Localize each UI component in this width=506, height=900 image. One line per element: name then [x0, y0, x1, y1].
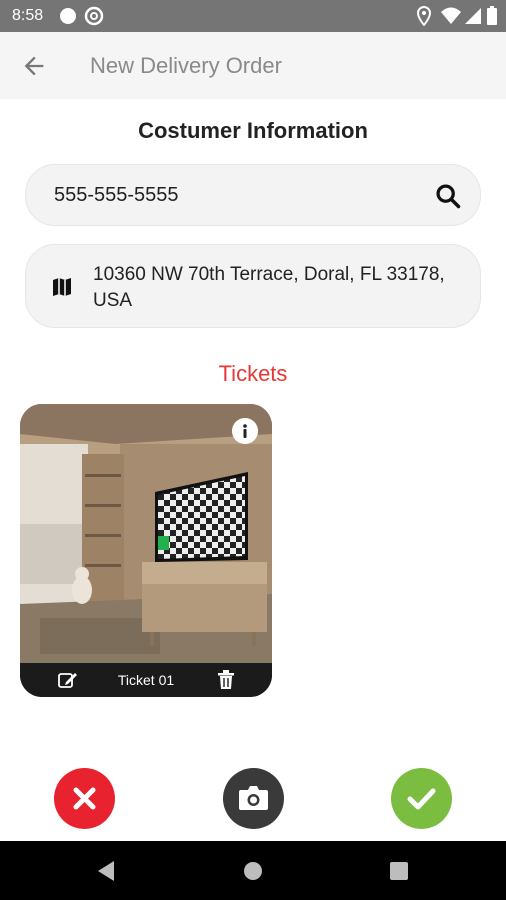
app-bar: New Delivery Order — [0, 32, 506, 99]
phone-value[interactable]: 555-555-5555 — [54, 184, 179, 207]
check-icon — [407, 788, 436, 810]
battery-icon — [487, 6, 497, 25]
map-icon — [53, 278, 71, 296]
cancel-button[interactable] — [54, 768, 115, 829]
at-sign-icon — [84, 6, 104, 26]
confirm-button[interactable] — [391, 768, 452, 829]
camera-button[interactable] — [223, 768, 284, 829]
nav-back-icon[interactable] — [96, 860, 116, 882]
nav-home-icon[interactable] — [243, 861, 263, 881]
ticket-card[interactable]: Ticket 01 — [20, 404, 272, 697]
system-nav-bar — [0, 841, 506, 900]
customer-section-title: Costumer Information — [138, 118, 368, 143]
ticket-actions-bar: Ticket 01 — [20, 663, 272, 697]
ticket-photo — [20, 404, 272, 664]
nav-recents-icon[interactable] — [390, 862, 408, 880]
phone-search-field[interactable]: 555-555-5555 — [25, 164, 481, 226]
status-bar: 8:58 — [0, 0, 506, 32]
address-value: 10360 NW 70th Terrace, Doral, FL 33178, … — [93, 264, 445, 311]
search-icon[interactable] — [434, 182, 462, 210]
status-time: 8:58 — [12, 7, 44, 24]
signal-icon — [465, 8, 481, 24]
close-icon — [73, 787, 96, 810]
arrow-back-icon[interactable] — [20, 52, 48, 80]
wifi-icon — [441, 7, 461, 24]
ticket-label: Ticket 01 — [117, 672, 175, 688]
info-icon[interactable] — [232, 418, 258, 444]
address-field[interactable]: 10360 NW 70th Terrace, Doral, FL 33178, … — [25, 244, 481, 328]
trash-icon[interactable] — [218, 670, 234, 690]
tickets-section-title: Tickets — [218, 361, 288, 386]
location-icon — [416, 6, 432, 26]
page-title: New Delivery Order — [90, 53, 282, 78]
notification-dot-icon — [60, 8, 76, 24]
camera-icon — [239, 786, 268, 810]
